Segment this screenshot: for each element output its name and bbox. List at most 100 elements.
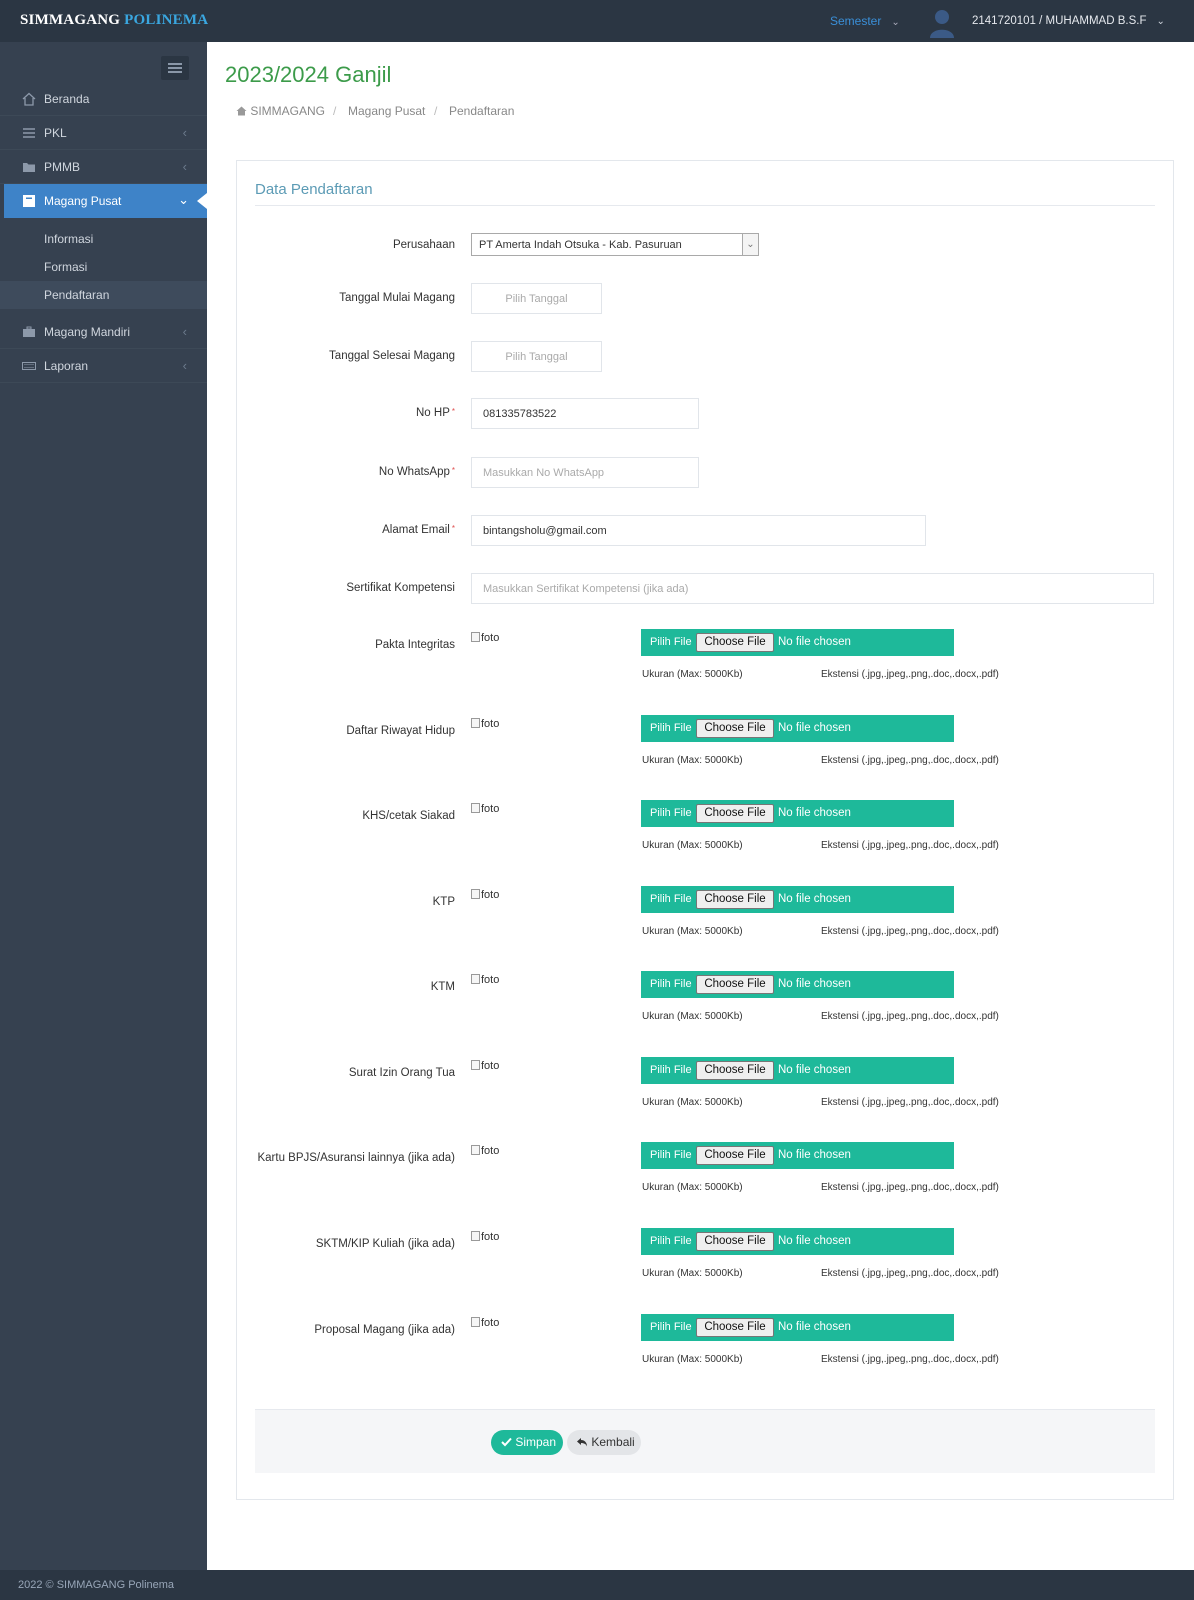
page-title: 2023/2024 Ganjil — [225, 62, 392, 87]
sidebar-item-pkl[interactable]: PKL ‹ — [0, 116, 207, 150]
breadcrumb-separator: / — [333, 104, 337, 118]
perusahaan-label: Perusahaan — [392, 239, 455, 251]
size-hint: Ukuran (Max: 5000Kb) — [642, 1011, 743, 1022]
extension-hint: Ekstensi (.jpg,.jpeg,.png,.doc,.docx,.pd… — [821, 1268, 999, 1279]
required-mark: * — [451, 466, 455, 475]
breadcrumb-item: SIMMAGANG — [250, 104, 326, 118]
file-upload-box: Pilih File Choose File No file chosen — [641, 886, 954, 913]
semester-dropdown[interactable]: Semester ⌄ — [830, 14, 900, 28]
breadcrumb-item: Pendaftaran — [449, 104, 515, 118]
footer-text: 2022 © SIMMAGANG Polinema — [18, 1579, 175, 1591]
file-upload-box: Pilih File Choose File No file chosen — [641, 1057, 954, 1084]
choose-file-button[interactable]: Choose File — [696, 804, 774, 823]
chevron-down-icon: ⌄ — [742, 234, 758, 255]
broken-image-icon — [471, 1317, 480, 1327]
no-hp-label: No HP * — [237, 407, 455, 419]
upload-label: KHS/cetak Siakad — [362, 810, 455, 822]
chevron-down-icon: ⌄ — [1156, 16, 1165, 27]
extension-hint: Ekstensi (.jpg,.jpeg,.png,.doc,.docx,.pd… — [821, 669, 999, 680]
back-button[interactable]: Kembali — [567, 1430, 641, 1455]
home-icon — [236, 106, 247, 116]
foto-alt-text: foto — [481, 889, 500, 901]
panel-title: Data Pendaftaran — [255, 181, 373, 198]
sidebar-subitem-pendaftaran[interactable]: Pendaftaran — [0, 281, 207, 309]
tanggal-mulai-input[interactable]: Pilih Tanggal — [471, 283, 602, 314]
tanggal-selesai-input[interactable]: Pilih Tanggal — [471, 341, 602, 372]
no-hp-input[interactable]: 081335783522 — [471, 398, 699, 429]
extension-hint: Ekstensi (.jpg,.jpeg,.png,.doc,.docx,.pd… — [821, 1011, 999, 1022]
choose-file-button[interactable]: Choose File — [696, 890, 774, 909]
file-upload-box: Pilih File Choose File No file chosen — [641, 1228, 954, 1255]
sidebar-item-label: Beranda — [44, 92, 90, 106]
breadcrumb-home[interactable]: SIMMAGANG — [236, 104, 325, 118]
choose-file-button[interactable]: Choose File — [696, 1061, 774, 1080]
user-menu[interactable]: 2141720101 / MUHAMMAD B.S.F ⌄ — [972, 15, 1165, 27]
perusahaan-select[interactable]: PT Amerta Indah Otsuka - Kab. Pasuruan ⌄ — [471, 233, 759, 256]
no-file-text: No file chosen — [778, 1235, 851, 1247]
preview-image: foto — [471, 632, 499, 644]
choose-file-button[interactable]: Choose File — [696, 633, 774, 652]
semester-label: Semester — [830, 14, 882, 28]
foto-alt-text: foto — [481, 803, 500, 815]
no-file-text: No file chosen — [778, 636, 851, 648]
preview-image: foto — [471, 974, 499, 986]
no-whatsapp-label-text: No WhatsApp — [378, 466, 450, 478]
no-hp-label-text: No HP — [416, 407, 450, 419]
form-actions: Simpan Kembali — [255, 1409, 1155, 1473]
sidebar-item-pmmb[interactable]: PMMB ‹ — [0, 150, 207, 184]
extension-hint: Ekstensi (.jpg,.jpeg,.png,.doc,.docx,.pd… — [821, 1182, 999, 1193]
no-file-text: No file chosen — [778, 1064, 851, 1076]
sidebar-subitem-label: Formasi — [44, 260, 88, 274]
broken-image-icon — [471, 1145, 480, 1155]
brand-accent: POLINEMA — [124, 12, 209, 28]
sidebar-subitem-informasi[interactable]: Informasi — [0, 225, 207, 253]
foto-alt-text: foto — [481, 1317, 500, 1329]
broken-image-icon — [471, 1231, 480, 1241]
pick-file-label: Pilih File — [650, 1064, 692, 1076]
chevron-left-icon: ‹ — [182, 125, 187, 140]
sidebar-item-magang-mandiri[interactable]: Magang Mandiri ‹ — [0, 315, 207, 349]
no-whatsapp-input[interactable]: Masukkan No WhatsApp — [471, 457, 699, 488]
sidebar-item-laporan[interactable]: Laporan ‹ — [0, 349, 207, 383]
save-button[interactable]: Simpan — [491, 1430, 563, 1455]
broken-image-icon — [471, 803, 480, 813]
size-hint: Ukuran (Max: 5000Kb) — [642, 1268, 743, 1279]
choose-file-button[interactable]: Choose File — [696, 975, 774, 994]
folder-icon — [23, 163, 35, 172]
list-icon — [23, 128, 35, 138]
sidebar-item-label: PKL — [44, 126, 67, 140]
choose-file-button[interactable]: Choose File — [696, 719, 774, 738]
choose-file-button[interactable]: Choose File — [696, 1232, 774, 1251]
email-input[interactable]: bintangsholu@gmail.com — [471, 515, 926, 546]
upload-label: Kartu BPJS/Asuransi lainnya (jika ada) — [257, 1152, 455, 1164]
sidebar-toggle-button[interactable] — [161, 56, 189, 80]
preview-image: foto — [471, 889, 499, 901]
file-upload-box: Pilih File Choose File No file chosen — [641, 1142, 954, 1169]
pick-file-label: Pilih File — [650, 978, 692, 990]
breadcrumb-separator: / — [434, 104, 438, 118]
preview-image: foto — [471, 1145, 499, 1157]
chevron-down-icon: ⌄ — [891, 17, 900, 28]
choose-file-button[interactable]: Choose File — [696, 1146, 774, 1165]
sidebar-menu: Beranda PKL ‹ PMMB ‹ Magang Pusat ⌄ Info… — [0, 82, 207, 383]
user-avatar-icon[interactable] — [928, 8, 956, 38]
sidebar-subitem-formasi[interactable]: Formasi — [0, 253, 207, 281]
sertifikat-input[interactable]: Masukkan Sertifikat Kompetensi (jika ada… — [471, 573, 1154, 604]
sidebar-item-beranda[interactable]: Beranda — [0, 82, 207, 116]
extension-hint: Ekstensi (.jpg,.jpeg,.png,.doc,.docx,.pd… — [821, 755, 999, 766]
size-hint: Ukuran (Max: 5000Kb) — [642, 669, 743, 680]
active-indicator — [197, 193, 207, 209]
user-label: 2141720101 / MUHAMMAD B.S.F — [972, 15, 1147, 27]
preview-image: foto — [471, 1317, 499, 1329]
pick-file-label: Pilih File — [650, 807, 692, 819]
choose-file-button[interactable]: Choose File — [696, 1318, 774, 1337]
sidebar-item-magang-pusat[interactable]: Magang Pusat ⌄ — [4, 184, 207, 218]
pick-file-label: Pilih File — [650, 722, 692, 734]
breadcrumb-item[interactable]: Magang Pusat — [348, 104, 425, 118]
perusahaan-selected: PT Amerta Indah Otsuka - Kab. Pasuruan — [479, 239, 682, 251]
tanggal-mulai-label: Tanggal Mulai Magang — [339, 292, 455, 304]
brand-logo[interactable]: SIMMAGANG POLINEMA — [20, 12, 208, 29]
required-mark: * — [451, 407, 455, 416]
sidebar-item-label: Magang Mandiri — [44, 325, 131, 339]
file-upload-box: Pilih File Choose File No file chosen — [641, 971, 954, 998]
